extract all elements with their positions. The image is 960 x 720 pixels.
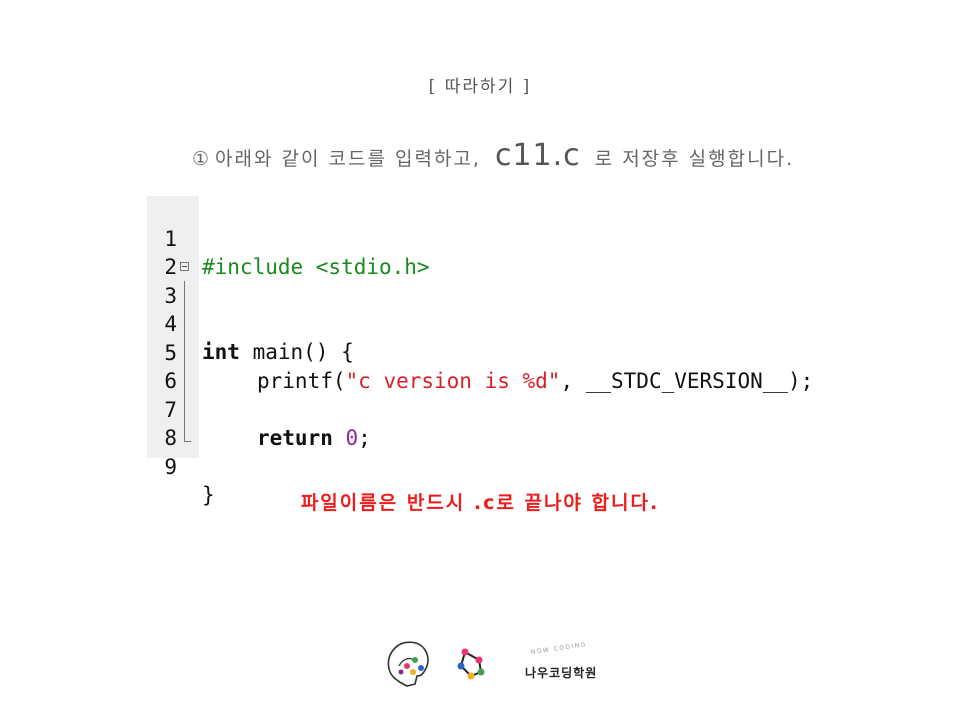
collapse-icon[interactable] xyxy=(180,262,189,271)
code-line-5: 5 printf("c version is %d", __STDC_VERSI… xyxy=(147,311,887,393)
code-line-3: 3 int main() { xyxy=(147,254,887,364)
filename-label: c11.c xyxy=(494,138,581,173)
code-editor: 1 #include <stdio.h> 2 3 int main() { 4 … xyxy=(147,196,887,507)
fold-guide-end xyxy=(184,441,191,442)
brain-head-icon xyxy=(387,641,429,687)
instruction-after: 로 저장후 실행합니다. xyxy=(594,148,795,170)
section-title: [ 따라하기 ] xyxy=(428,77,532,97)
code-line-1: 1 #include <stdio.h> xyxy=(147,197,887,279)
fold-guide-line xyxy=(184,281,185,441)
logo-tagline: NOW CODING xyxy=(530,641,587,656)
instruction-text: ① 아래와 같이 코드를 입력하고, c11.c 로 저장후 실행합니다. xyxy=(192,138,794,173)
code-line-6: 6 xyxy=(147,339,887,393)
filename-warning: 파일이름은 반드시 .c로 끝나야 합니다. xyxy=(300,492,660,514)
academy-brand-name: 나우코딩학원 xyxy=(525,666,598,680)
code-line-2: 2 xyxy=(147,225,887,279)
academy-logo: NOW CODING 나우코딩학원 xyxy=(385,636,605,692)
code-line-7: 7 return 0; xyxy=(147,368,887,450)
code-line-9: 9 } xyxy=(147,425,887,507)
line-number: 9 xyxy=(164,455,177,479)
instruction-before: 아래와 같이 코드를 입력하고, xyxy=(215,148,481,170)
code-line-8: 8 xyxy=(147,396,887,450)
code-line-4: 4 xyxy=(147,282,887,336)
step-number: ① xyxy=(192,148,212,170)
network-diamond-icon xyxy=(457,648,485,680)
